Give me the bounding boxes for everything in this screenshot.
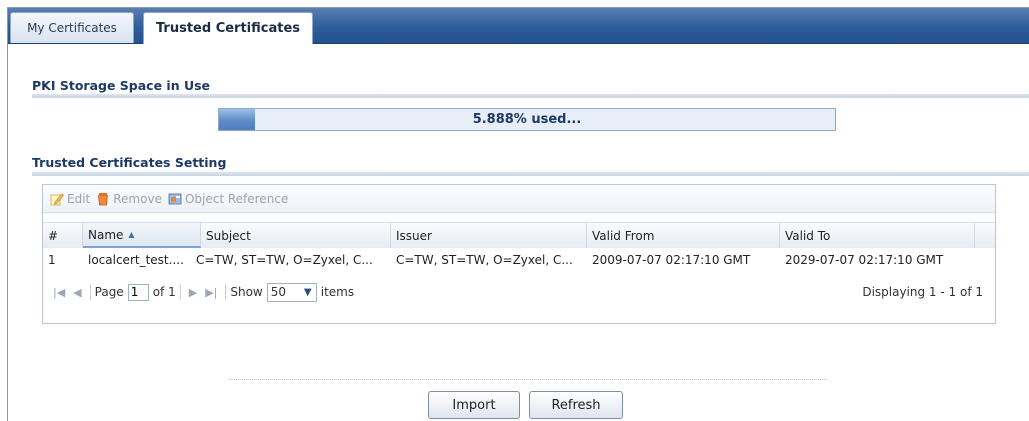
- first-page-icon[interactable]: |◀: [53, 286, 65, 299]
- items-label: items: [320, 285, 355, 299]
- edit-icon: [50, 192, 64, 205]
- setting-section-title: Trusted Certificates Setting: [32, 155, 227, 170]
- object-reference-button[interactable]: Object Reference: [168, 192, 288, 206]
- pager-separator: [225, 284, 227, 300]
- column-header-valid-from[interactable]: Valid From: [587, 223, 780, 248]
- edit-button[interactable]: Edit: [50, 192, 90, 206]
- column-header-issuer[interactable]: Issuer: [391, 223, 587, 248]
- object-reference-label: Object Reference: [184, 191, 289, 206]
- remove-icon: [98, 192, 109, 205]
- column-header-name[interactable]: Name ▲: [83, 223, 201, 248]
- cell-name: localcert_test....: [88, 253, 184, 267]
- displaying-count: Displaying 1 - 1 of 1: [862, 285, 983, 299]
- pager-separator: [89, 284, 91, 300]
- import-button[interactable]: Import: [428, 391, 520, 419]
- tab-bar: My Certificates Trusted Certificates: [8, 8, 1029, 44]
- page-size-value: 50: [270, 285, 287, 299]
- certificates-grid: Edit Remove Object Reference # Name ▲ Su…: [42, 184, 996, 324]
- cell-valid-from: 2009-07-07 02:17:10 GMT: [592, 253, 751, 267]
- table-header-row: # Name ▲ Subject Issuer Valid From Valid…: [43, 222, 995, 249]
- table-row[interactable]: 1 localcert_test.... C=TW, ST=TW, O=Zyxe…: [43, 248, 995, 272]
- cell-subject: C=TW, ST=TW, O=Zyxel, C...: [196, 253, 373, 267]
- tab-label: Trusted Certificates: [155, 21, 301, 36]
- refresh-button[interactable]: Refresh: [529, 391, 623, 419]
- chevron-down-icon: ▼: [303, 286, 312, 298]
- cell-issuer: C=TW, ST=TW, O=Zyxel, C...: [396, 253, 573, 267]
- storage-usage-bar: 5.888% used...: [218, 108, 836, 131]
- remove-label: Remove: [113, 191, 162, 206]
- cell-valid-to: 2029-07-07 02:17:10 GMT: [785, 253, 944, 267]
- tab-trusted-certificates[interactable]: Trusted Certificates: [143, 12, 313, 44]
- last-page-icon[interactable]: ▶|: [205, 286, 217, 299]
- remove-button[interactable]: Remove: [96, 192, 162, 206]
- prev-page-icon[interactable]: ◀: [73, 286, 81, 299]
- grid-toolbar: Edit Remove Object Reference: [43, 185, 995, 213]
- page-size-select[interactable]: 50 ▼: [266, 282, 317, 302]
- storage-usage-text: 5.888% used...: [472, 112, 582, 127]
- page-number-input[interactable]: [127, 283, 149, 301]
- page-label: Page: [94, 285, 124, 299]
- pager-separator: [179, 284, 181, 300]
- pagination-bar: |◀ ◀ Page of 1 ▶ ▶| Show 50 ▼ items Disp…: [43, 278, 995, 306]
- object-reference-icon: [168, 193, 182, 204]
- section-divider: [32, 94, 1029, 98]
- cell-index: 1: [48, 253, 56, 267]
- page-count-label: of 1: [152, 285, 176, 299]
- button-divider: [229, 379, 827, 380]
- tab-label: My Certificates: [27, 21, 117, 35]
- main-frame: My Certificates Trusted Certificates PKI…: [7, 7, 1029, 421]
- column-header-subject[interactable]: Subject: [201, 223, 391, 248]
- sort-asc-icon: ▲: [128, 230, 135, 239]
- section-divider: [32, 172, 1029, 176]
- column-header-index[interactable]: #: [43, 223, 83, 248]
- show-label: Show: [230, 285, 263, 299]
- tab-my-certificates[interactable]: My Certificates: [10, 12, 134, 43]
- edit-label: Edit: [67, 191, 91, 206]
- storage-section-title: PKI Storage Space in Use: [32, 78, 211, 93]
- next-page-icon[interactable]: ▶: [189, 286, 197, 299]
- column-header-valid-to[interactable]: Valid To: [780, 223, 975, 248]
